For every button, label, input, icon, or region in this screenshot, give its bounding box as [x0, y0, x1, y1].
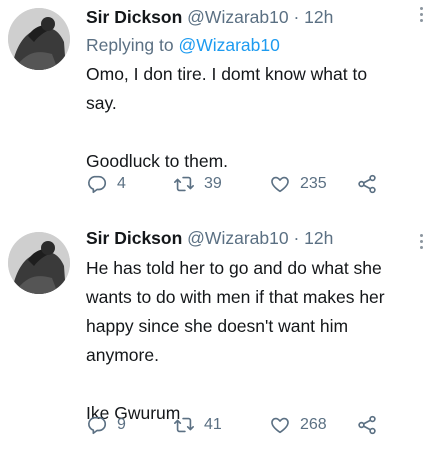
heart-icon: [271, 417, 289, 434]
tweet-text-line: He has told her to go and do what she: [86, 258, 382, 278]
avatar-image: [8, 232, 70, 294]
tweet-header: Sir Dickson @Wizarab10 · 12h: [86, 6, 333, 28]
tweet-text-line: wants to do with men if that makes her: [86, 287, 385, 307]
share-button[interactable]: [356, 173, 378, 195]
retweet-icon: [174, 176, 194, 192]
more-options-button[interactable]: [418, 7, 424, 22]
avatar-image: [8, 8, 70, 70]
reply-button[interactable]: 9: [86, 414, 126, 436]
more-dots-icon: [419, 234, 423, 237]
share-button[interactable]: [356, 414, 378, 436]
heart-icon: [271, 176, 289, 193]
like-button[interactable]: 235: [269, 173, 327, 195]
timestamp[interactable]: 12h: [304, 7, 333, 27]
more-options-button[interactable]: [418, 234, 424, 249]
avatar[interactable]: [8, 8, 70, 70]
tweet-text-line: Goodluck to them.: [86, 151, 229, 171]
avatar[interactable]: [8, 232, 70, 294]
author-name[interactable]: Sir Dickson: [86, 228, 182, 248]
tweet-text: He has told her to go and do what she wa…: [86, 254, 431, 428]
like-count: 235: [300, 175, 327, 192]
more-dots-icon: [419, 7, 423, 10]
retweet-button[interactable]: 39: [173, 173, 222, 195]
tweet-text-line: Omo, I don tire. I domt know what to: [86, 64, 368, 84]
tweet-text-line: happy since she doesn't want him: [86, 316, 349, 336]
reply-icon: [88, 175, 107, 194]
retweet-count: 41: [204, 416, 222, 433]
separator: ·: [293, 228, 300, 248]
reply-icon: [88, 416, 107, 435]
author-handle[interactable]: @Wizarab10: [187, 7, 288, 27]
tweet-text-line: say.: [86, 93, 117, 113]
separator: ·: [293, 7, 300, 27]
replying-to-mention[interactable]: @Wizarab10: [178, 35, 279, 55]
tweet-actions: 4 39 235: [86, 173, 431, 197]
author-handle[interactable]: @Wizarab10: [187, 228, 288, 248]
tweet-text-line: anymore.: [86, 345, 159, 365]
timestamp[interactable]: 12h: [304, 228, 333, 248]
replying-to-label: Replying to: [86, 35, 174, 55]
replying-to: Replying to @Wizarab10: [86, 34, 280, 56]
retweet-count: 39: [204, 175, 222, 192]
like-count: 268: [300, 416, 327, 433]
reply-count: 9: [117, 416, 126, 433]
tweet-card[interactable]: Sir Dickson @Wizarab10 · 12h Replying to…: [0, 0, 442, 216]
tweet-text: Omo, I don tire. I domt know what to say…: [86, 60, 431, 176]
reply-count: 4: [117, 175, 126, 192]
reply-button[interactable]: 4: [86, 173, 126, 195]
like-button[interactable]: 268: [269, 414, 327, 436]
author-name[interactable]: Sir Dickson: [86, 7, 182, 27]
retweet-button[interactable]: 41: [173, 414, 222, 436]
tweet-actions: 9 41 268: [86, 414, 431, 438]
share-icon: [358, 415, 376, 435]
tweet-header: Sir Dickson @Wizarab10 · 12h: [86, 227, 333, 249]
retweet-icon: [174, 417, 194, 433]
share-icon: [358, 174, 376, 194]
